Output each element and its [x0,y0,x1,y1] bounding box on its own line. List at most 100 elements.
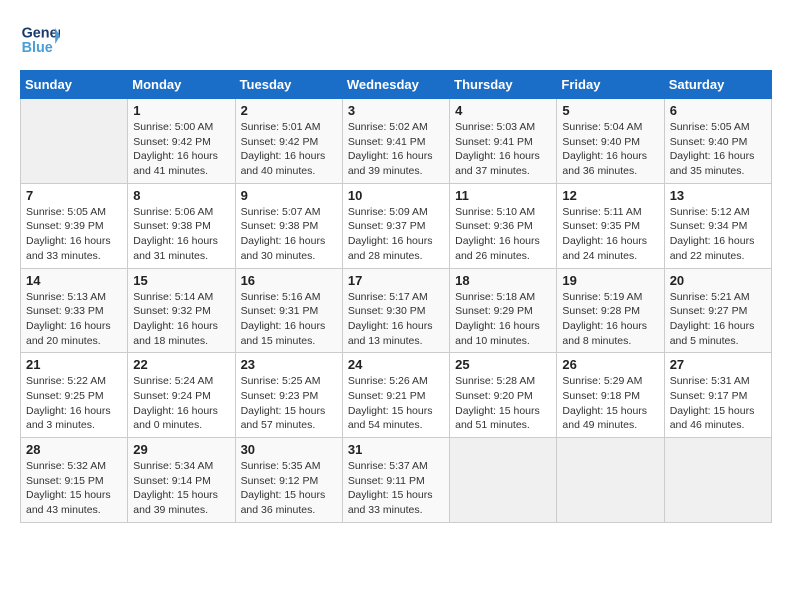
calendar-cell: 24 Sunrise: 5:26 AMSunset: 9:21 PMDayligh… [342,353,449,438]
day-info: Sunrise: 5:26 AMSunset: 9:21 PMDaylight:… [348,374,444,433]
day-number: 16 [241,273,337,288]
weekday-header-saturday: Saturday [664,71,771,99]
calendar-cell: 20 Sunrise: 5:21 AMSunset: 9:27 PMDayligh… [664,268,771,353]
calendar-cell: 26 Sunrise: 5:29 AMSunset: 9:18 PMDayligh… [557,353,664,438]
day-number: 17 [348,273,444,288]
day-number: 1 [133,103,229,118]
calendar-table: SundayMondayTuesdayWednesdayThursdayFrid… [20,70,772,523]
day-number: 21 [26,357,122,372]
day-number: 12 [562,188,658,203]
day-info: Sunrise: 5:22 AMSunset: 9:25 PMDaylight:… [26,374,122,433]
calendar-cell: 5 Sunrise: 5:04 AMSunset: 9:40 PMDaylight… [557,99,664,184]
day-number: 14 [26,273,122,288]
day-number: 31 [348,442,444,457]
calendar-cell [664,438,771,523]
calendar-cell: 1Sunrise: 5:00 AMSunset: 9:42 PMDaylight… [128,99,235,184]
day-info: Sunrise: 5:21 AMSunset: 9:27 PMDaylight:… [670,290,766,349]
calendar-cell: 6 Sunrise: 5:05 AMSunset: 9:40 PMDaylight… [664,99,771,184]
day-number: 23 [241,357,337,372]
day-info: Sunrise: 5:17 AMSunset: 9:30 PMDaylight:… [348,290,444,349]
calendar-cell: 13 Sunrise: 5:12 AMSunset: 9:34 PMDayligh… [664,183,771,268]
day-number: 7 [26,188,122,203]
day-number: 9 [241,188,337,203]
day-number: 4 [455,103,551,118]
day-info: Sunrise: 5:06 AMSunset: 9:38 PMDaylight:… [133,205,229,264]
calendar-cell: 21 Sunrise: 5:22 AMSunset: 9:25 PMDayligh… [21,353,128,438]
day-number: 18 [455,273,551,288]
weekday-header-wednesday: Wednesday [342,71,449,99]
day-info: Sunrise: 5:04 AMSunset: 9:40 PMDaylight:… [562,120,658,179]
calendar-cell: 10 Sunrise: 5:09 AMSunset: 9:37 PMDayligh… [342,183,449,268]
day-info: Sunrise: 5:03 AMSunset: 9:41 PMDaylight:… [455,120,551,179]
day-info: Sunrise: 5:05 AMSunset: 9:40 PMDaylight:… [670,120,766,179]
logo: General Blue [20,20,64,60]
calendar-cell: 27Sunrise: 5:31 AMSunset: 9:17 PMDayligh… [664,353,771,438]
calendar-cell [21,99,128,184]
weekday-header-monday: Monday [128,71,235,99]
day-info: Sunrise: 5:11 AMSunset: 9:35 PMDaylight:… [562,205,658,264]
day-number: 5 [562,103,658,118]
day-number: 6 [670,103,766,118]
day-number: 29 [133,442,229,457]
day-info: Sunrise: 5:37 AMSunset: 9:11 PMDaylight:… [348,459,444,518]
calendar-cell: 22Sunrise: 5:24 AMSunset: 9:24 PMDayligh… [128,353,235,438]
day-info: Sunrise: 5:05 AMSunset: 9:39 PMDaylight:… [26,205,122,264]
week-row-1: 1Sunrise: 5:00 AMSunset: 9:42 PMDaylight… [21,99,772,184]
calendar-cell: 18 Sunrise: 5:18 AMSunset: 9:29 PMDayligh… [450,268,557,353]
calendar-header: SundayMondayTuesdayWednesdayThursdayFrid… [21,71,772,99]
day-info: Sunrise: 5:02 AMSunset: 9:41 PMDaylight:… [348,120,444,179]
calendar-cell: 15 Sunrise: 5:14 AMSunset: 9:32 PMDayligh… [128,268,235,353]
day-number: 10 [348,188,444,203]
day-info: Sunrise: 5:29 AMSunset: 9:18 PMDaylight:… [562,374,658,433]
day-info: Sunrise: 5:19 AMSunset: 9:28 PMDaylight:… [562,290,658,349]
header: General Blue [20,20,772,60]
day-info: Sunrise: 5:12 AMSunset: 9:34 PMDaylight:… [670,205,766,264]
calendar-cell: 29 Sunrise: 5:34 AMSunset: 9:14 PMDayligh… [128,438,235,523]
calendar-cell: 3Sunrise: 5:02 AMSunset: 9:41 PMDaylight… [342,99,449,184]
day-info: Sunrise: 5:18 AMSunset: 9:29 PMDaylight:… [455,290,551,349]
day-number: 24 [348,357,444,372]
week-row-3: 14 Sunrise: 5:13 AMSunset: 9:33 PMDayligh… [21,268,772,353]
logo-icon: General Blue [20,20,60,60]
calendar-cell: 9 Sunrise: 5:07 AMSunset: 9:38 PMDaylight… [235,183,342,268]
weekday-header-thursday: Thursday [450,71,557,99]
day-info: Sunrise: 5:28 AMSunset: 9:20 PMDaylight:… [455,374,551,433]
calendar-cell: 23 Sunrise: 5:25 AMSunset: 9:23 PMDayligh… [235,353,342,438]
day-info: Sunrise: 5:07 AMSunset: 9:38 PMDaylight:… [241,205,337,264]
week-row-4: 21 Sunrise: 5:22 AMSunset: 9:25 PMDayligh… [21,353,772,438]
calendar-cell: 28Sunrise: 5:32 AMSunset: 9:15 PMDayligh… [21,438,128,523]
day-info: Sunrise: 5:13 AMSunset: 9:33 PMDaylight:… [26,290,122,349]
day-number: 2 [241,103,337,118]
day-number: 13 [670,188,766,203]
day-number: 30 [241,442,337,457]
calendar-cell: 19 Sunrise: 5:19 AMSunset: 9:28 PMDayligh… [557,268,664,353]
day-info: Sunrise: 5:14 AMSunset: 9:32 PMDaylight:… [133,290,229,349]
calendar-cell: 30 Sunrise: 5:35 AMSunset: 9:12 PMDayligh… [235,438,342,523]
day-number: 15 [133,273,229,288]
calendar-cell [450,438,557,523]
calendar-cell: 31 Sunrise: 5:37 AMSunset: 9:11 PMDayligh… [342,438,449,523]
day-info: Sunrise: 5:01 AMSunset: 9:42 PMDaylight:… [241,120,337,179]
calendar-cell: 11Sunrise: 5:10 AMSunset: 9:36 PMDayligh… [450,183,557,268]
calendar-cell: 8Sunrise: 5:06 AMSunset: 9:38 PMDaylight… [128,183,235,268]
day-info: Sunrise: 5:35 AMSunset: 9:12 PMDaylight:… [241,459,337,518]
calendar-cell: 17 Sunrise: 5:17 AMSunset: 9:30 PMDayligh… [342,268,449,353]
day-number: 19 [562,273,658,288]
calendar-cell: 4 Sunrise: 5:03 AMSunset: 9:41 PMDaylight… [450,99,557,184]
svg-text:General: General [22,26,60,42]
calendar-cell: 25Sunrise: 5:28 AMSunset: 9:20 PMDayligh… [450,353,557,438]
svg-text:Blue: Blue [22,40,53,56]
day-number: 26 [562,357,658,372]
day-info: Sunrise: 5:34 AMSunset: 9:14 PMDaylight:… [133,459,229,518]
calendar-cell: 7 Sunrise: 5:05 AMSunset: 9:39 PMDaylight… [21,183,128,268]
day-number: 20 [670,273,766,288]
weekday-header-friday: Friday [557,71,664,99]
weekday-header-sunday: Sunday [21,71,128,99]
week-row-2: 7 Sunrise: 5:05 AMSunset: 9:39 PMDaylight… [21,183,772,268]
day-info: Sunrise: 5:32 AMSunset: 9:15 PMDaylight:… [26,459,122,518]
day-info: Sunrise: 5:09 AMSunset: 9:37 PMDaylight:… [348,205,444,264]
calendar-cell [557,438,664,523]
day-info: Sunrise: 5:25 AMSunset: 9:23 PMDaylight:… [241,374,337,433]
day-info: Sunrise: 5:31 AMSunset: 9:17 PMDaylight:… [670,374,766,433]
week-row-5: 28Sunrise: 5:32 AMSunset: 9:15 PMDayligh… [21,438,772,523]
